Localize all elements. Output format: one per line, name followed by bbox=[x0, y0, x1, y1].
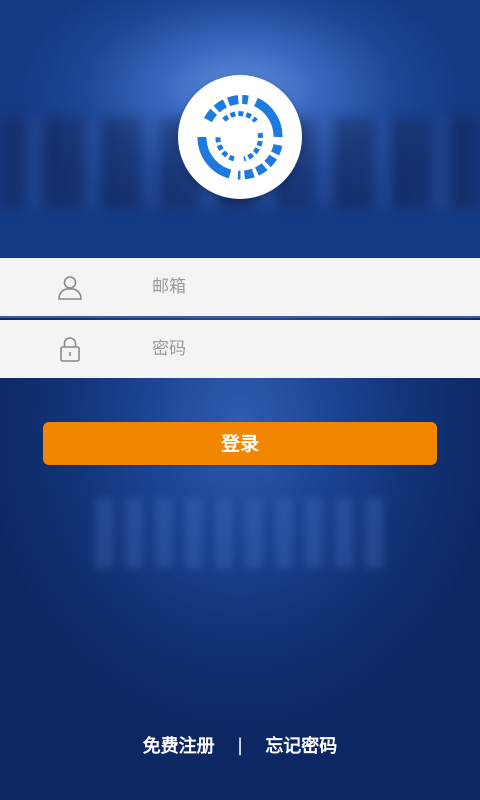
footer-links: 免费注册 | 忘记密码 bbox=[0, 732, 480, 764]
background-watermark bbox=[95, 498, 385, 568]
footer-separator: | bbox=[236, 734, 244, 756]
login-button[interactable]: 登录 bbox=[43, 422, 437, 465]
user-icon bbox=[56, 273, 84, 301]
password-field-row bbox=[0, 320, 480, 378]
email-input[interactable] bbox=[152, 270, 452, 304]
email-field-row bbox=[0, 258, 480, 318]
login-screen: 登录 免费注册 | 忘记密码 bbox=[0, 0, 480, 800]
app-logo bbox=[178, 75, 302, 199]
password-input[interactable] bbox=[152, 332, 452, 366]
register-link[interactable]: 免费注册 bbox=[143, 732, 215, 758]
forgot-password-link[interactable]: 忘记密码 bbox=[265, 732, 337, 758]
lock-icon bbox=[56, 335, 84, 363]
